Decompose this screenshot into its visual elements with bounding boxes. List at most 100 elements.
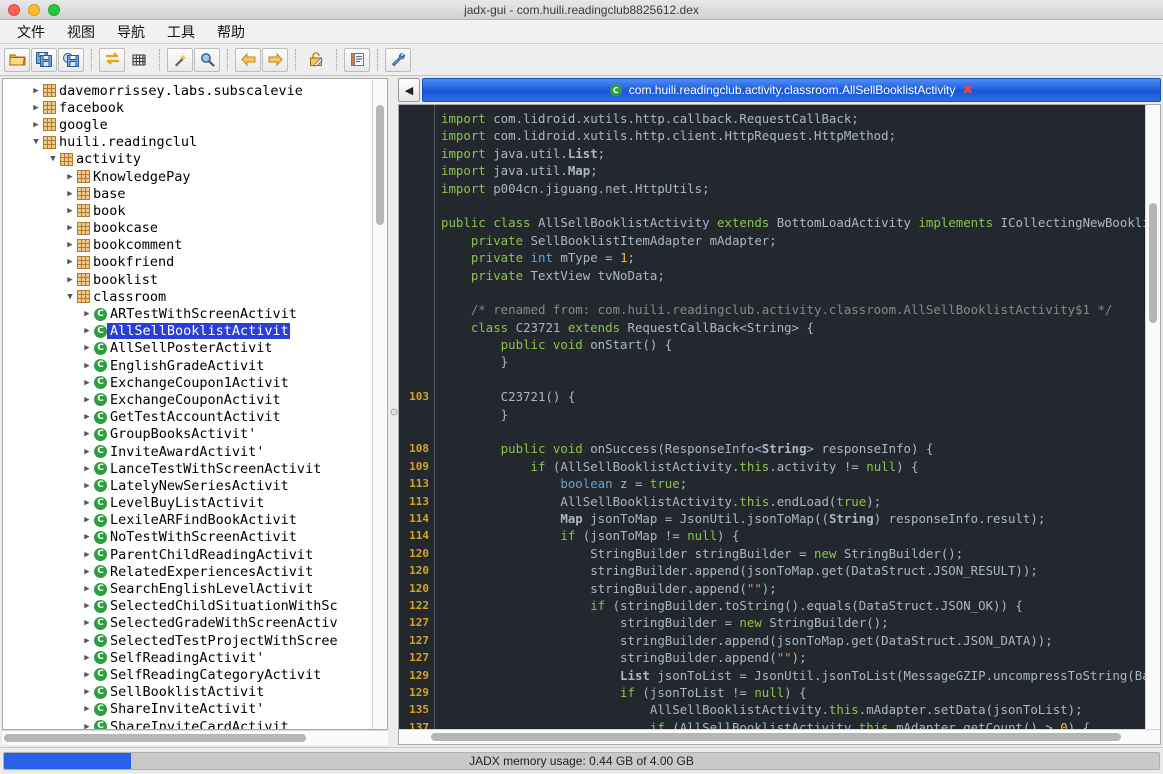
chevron-right-icon[interactable]: ▶ <box>80 429 94 439</box>
chevron-down-icon[interactable]: ▼ <box>63 292 77 302</box>
tree-node[interactable]: ▶ google <box>3 116 372 133</box>
search-button[interactable] <box>194 47 220 72</box>
chevron-right-icon[interactable]: ▶ <box>80 343 94 353</box>
chevron-right-icon[interactable]: ▶ <box>80 378 94 388</box>
tree-node[interactable]: ▶ C GroupBooksActivit' <box>3 426 372 443</box>
chevron-right-icon[interactable]: ▶ <box>80 722 94 729</box>
chevron-right-icon[interactable]: ▶ <box>80 670 94 680</box>
tree-node[interactable]: ▼ huili.readingclul <box>3 134 372 151</box>
tree-node[interactable]: ▶ davemorrissey.labs.subscalevie <box>3 82 372 99</box>
chevron-right-icon[interactable]: ▶ <box>80 395 94 405</box>
split-divider-grip[interactable] <box>390 408 398 416</box>
tree-horizontal-scrollbar[interactable] <box>2 730 388 745</box>
chevron-right-icon[interactable]: ▶ <box>80 361 94 371</box>
chevron-right-icon[interactable]: ▶ <box>80 601 94 611</box>
tree-node[interactable]: ▶ C LexileARFindBookActivit <box>3 512 372 529</box>
chevron-right-icon[interactable]: ▶ <box>80 515 94 525</box>
editor-horizontal-scrollbar[interactable] <box>399 729 1160 744</box>
tree-node[interactable]: ▶ C SelfReadingActivit' <box>3 649 372 666</box>
tree-node[interactable]: ▶ C ShareInviteActivit' <box>3 701 372 718</box>
chevron-right-icon[interactable]: ▶ <box>80 498 94 508</box>
preferences-button[interactable] <box>385 47 411 72</box>
chevron-right-icon[interactable]: ▶ <box>80 412 94 422</box>
tree-node[interactable]: ▶ book <box>3 202 372 219</box>
menu-help[interactable]: 帮助 <box>206 20 256 44</box>
sync-with-editor-button[interactable] <box>99 47 125 72</box>
chevron-right-icon[interactable]: ▶ <box>80 653 94 663</box>
open-file-button[interactable] <box>4 47 30 72</box>
tree-hscroll-thumb[interactable] <box>4 734 306 742</box>
chevron-right-icon[interactable]: ▶ <box>80 447 94 457</box>
chevron-right-icon[interactable]: ▶ <box>80 618 94 628</box>
chevron-right-icon[interactable]: ▶ <box>80 687 94 697</box>
tree-node[interactable]: ▶ KnowledgePay <box>3 168 372 185</box>
chevron-down-icon[interactable]: ▼ <box>46 154 60 164</box>
forward-button[interactable] <box>262 47 288 72</box>
source-code[interactable]: import com.lidroid.xutils.http.callback.… <box>435 105 1145 729</box>
tree-node[interactable]: ▶ C AllSellPosterActivit <box>3 340 372 357</box>
flatten-packages-button[interactable] <box>126 48 152 72</box>
chevron-right-icon[interactable]: ▶ <box>29 103 43 113</box>
tree-node[interactable]: ▶ C SearchEnglishLevelActivit <box>3 580 372 597</box>
chevron-right-icon[interactable]: ▶ <box>80 550 94 560</box>
tree-node[interactable]: ▼ classroom <box>3 288 372 305</box>
tree-node[interactable]: ▶ C SelectedChildSituationWithSc <box>3 598 372 615</box>
tree-node[interactable]: ▶ C ExchangeCoupon1Activit <box>3 374 372 391</box>
tree-node[interactable]: ▶ C GetTestAccountActivit <box>3 409 372 426</box>
tree-vertical-scrollbar[interactable] <box>372 79 387 729</box>
chevron-right-icon[interactable]: ▶ <box>80 584 94 594</box>
tree-node[interactable]: ▶ C InviteAwardActivit' <box>3 443 372 460</box>
tree-node[interactable]: ▶ C ARTestWithScreenActivit <box>3 305 372 322</box>
chevron-right-icon[interactable]: ▶ <box>80 567 94 577</box>
chevron-right-icon[interactable]: ▶ <box>63 223 77 233</box>
deobfuscation-button[interactable] <box>167 47 193 72</box>
tree-node[interactable]: ▶ C RelatedExperiencesActivit <box>3 563 372 580</box>
save-all-button[interactable] <box>31 47 57 72</box>
chevron-right-icon[interactable]: ▶ <box>29 86 43 96</box>
tab-allsellbooklistactivity[interactable]: C com.huili.readingclub.activity.classro… <box>422 78 1161 102</box>
menu-file[interactable]: 文件 <box>6 20 56 44</box>
tree-node[interactable]: ▶ C LevelBuyListActivit <box>3 495 372 512</box>
tree-node[interactable]: ▶ bookcase <box>3 220 372 237</box>
chevron-right-icon[interactable]: ▶ <box>63 240 77 250</box>
tree-node[interactable]: ▶ C SellBooklistActivit <box>3 684 372 701</box>
export-gradle-button[interactable] <box>58 47 84 72</box>
tree-node[interactable]: ▶ C SelfReadingCategoryActivit <box>3 666 372 683</box>
class-tree[interactable]: ▶ davemorrissey.labs.subscalevie ▶ facebook… <box>3 79 372 729</box>
menu-tools[interactable]: 工具 <box>156 20 206 44</box>
tree-vscroll-thumb[interactable] <box>376 105 384 225</box>
split-divider[interactable] <box>390 77 398 747</box>
tree-node[interactable]: ▶ C EnglishGradeActivit <box>3 357 372 374</box>
tree-node[interactable]: ▶ bookcomment <box>3 237 372 254</box>
chevron-right-icon[interactable]: ▶ <box>63 206 77 216</box>
decompile-button[interactable] <box>303 48 329 72</box>
chevron-down-icon[interactable]: ▼ <box>29 137 43 147</box>
close-icon[interactable]: ✖ <box>962 84 973 97</box>
editor-vertical-scrollbar[interactable] <box>1145 105 1160 729</box>
chevron-right-icon[interactable]: ▶ <box>63 257 77 267</box>
chevron-right-icon[interactable]: ▶ <box>63 189 77 199</box>
code-viewport[interactable]: 103 108 109 113 113 114 114 120 120 120 122 127 127 1… <box>399 105 1145 729</box>
log-viewer-button[interactable] <box>344 47 370 72</box>
tree-node[interactable]: ▶ C SelectedGradeWithScreenActiv <box>3 615 372 632</box>
tree-node[interactable]: ▶ C LanceTestWithScreenActivit <box>3 460 372 477</box>
menu-view[interactable]: 视图 <box>56 20 106 44</box>
chevron-right-icon[interactable]: ▶ <box>63 275 77 285</box>
tree-node[interactable]: ▶ C ShareInviteCardActivit <box>3 718 372 729</box>
tree-node[interactable]: ▶ C ParentChildReadingActivit <box>3 546 372 563</box>
tree-node[interactable]: ▶ C SelectedTestProjectWithScree <box>3 632 372 649</box>
tree-node[interactable]: ▶ C AllSellBooklistActivit <box>3 323 372 340</box>
tab-scroll-left-button[interactable]: ◀ <box>398 78 420 102</box>
editor-vscroll-thumb[interactable] <box>1149 203 1157 323</box>
chevron-right-icon[interactable]: ▶ <box>63 172 77 182</box>
chevron-right-icon[interactable]: ▶ <box>80 636 94 646</box>
tree-node[interactable]: ▶ facebook <box>3 99 372 116</box>
chevron-right-icon[interactable]: ▶ <box>80 532 94 542</box>
menu-navigation[interactable]: 导航 <box>106 20 156 44</box>
tree-node[interactable]: ▶ C LatelyNewSeriesActivit <box>3 477 372 494</box>
tree-node[interactable]: ▶ C NoTestWithScreenActivit <box>3 529 372 546</box>
tree-node[interactable]: ▶ booklist <box>3 271 372 288</box>
chevron-right-icon[interactable]: ▶ <box>80 464 94 474</box>
tree-node[interactable]: ▶ base <box>3 185 372 202</box>
back-button[interactable] <box>235 47 261 72</box>
